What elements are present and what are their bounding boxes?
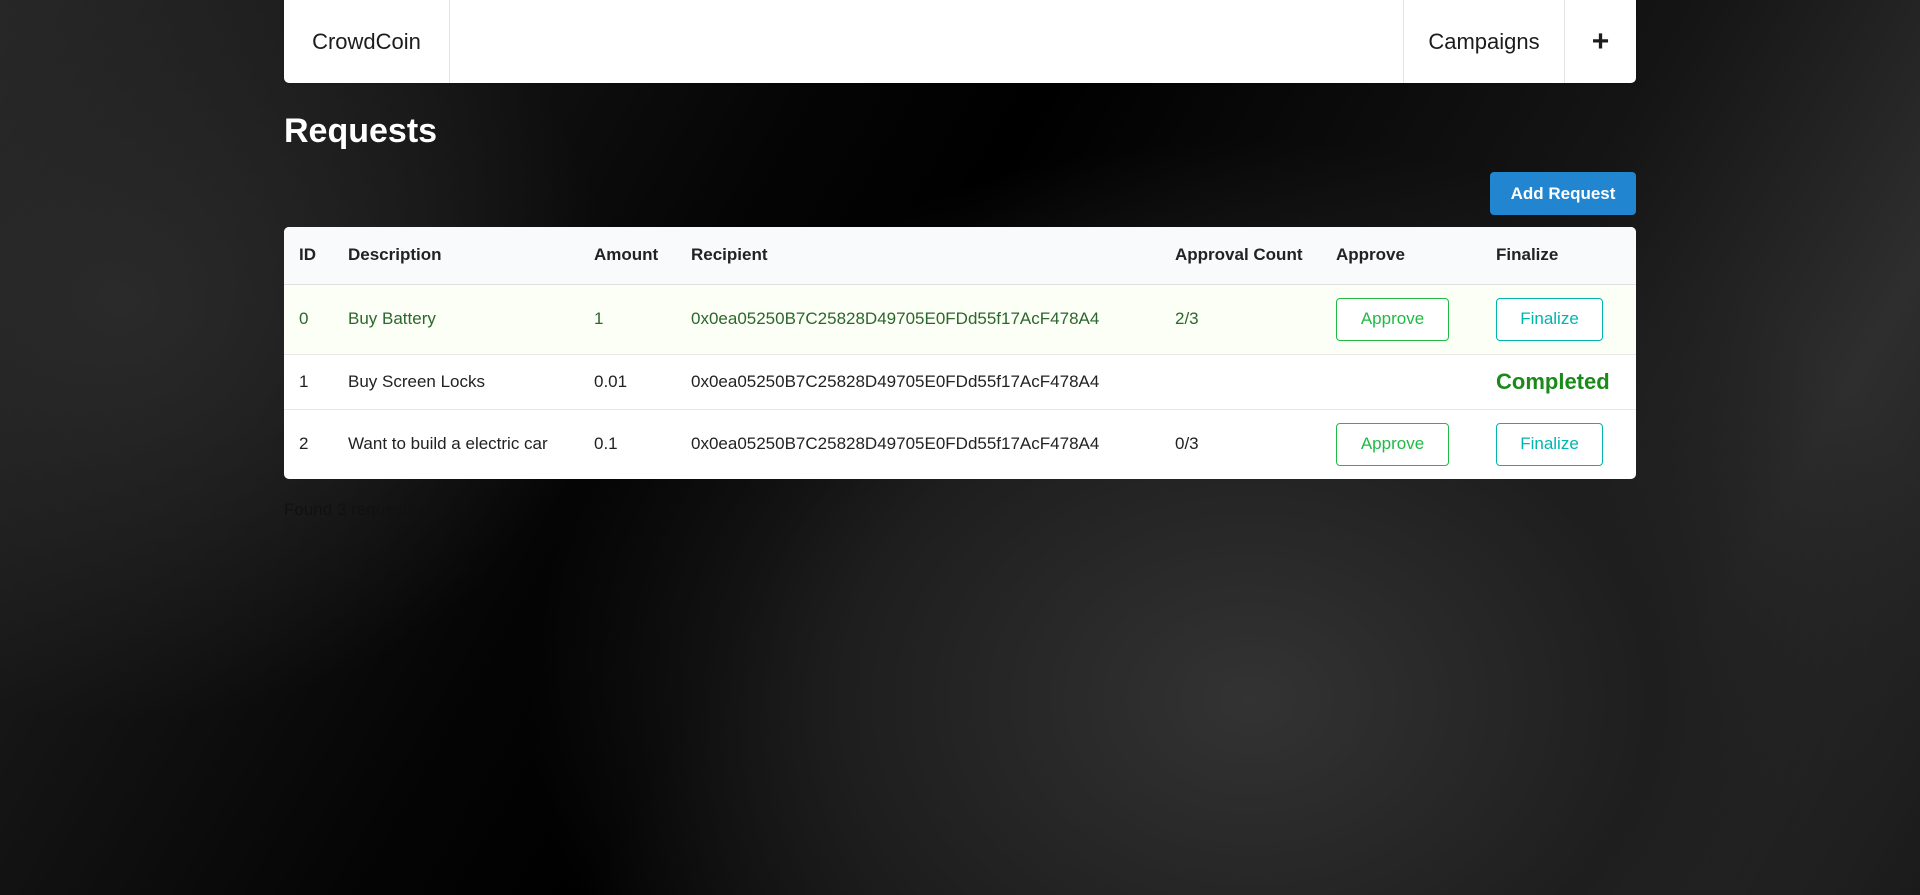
table-header-row: ID Description Amount Recipient Approval…: [284, 227, 1636, 285]
menu-spacer: [450, 0, 1403, 83]
requests-table: ID Description Amount Recipient Approval…: [284, 227, 1636, 479]
header-id: ID: [284, 227, 333, 285]
page-title: Requests: [284, 112, 438, 150]
top-menu: CrowdCoin Campaigns +: [284, 0, 1636, 83]
table-row: 2 Want to build a electric car 0.1 0x0ea…: [284, 409, 1636, 479]
cell-approve: [1321, 354, 1481, 410]
completed-status: Completed: [1496, 368, 1610, 394]
cell-approve: Approve: [1321, 284, 1481, 355]
cell-finalize: Finalize: [1481, 409, 1636, 479]
cell-recipient: 0x0ea05250B7C25828D49705E0FDd55f17AcF478…: [691, 434, 1100, 454]
cell-recipient: 0x0ea05250B7C25828D49705E0FDd55f17AcF478…: [676, 284, 1160, 355]
cell-id: 0: [284, 284, 333, 355]
header-finalize: Finalize: [1481, 227, 1636, 285]
cell-approval-count: 0/3: [1175, 434, 1199, 454]
approve-button[interactable]: Approve: [1336, 297, 1449, 341]
add-campaign-plus-icon[interactable]: +: [1564, 0, 1636, 83]
cell-approve: Approve: [1321, 409, 1481, 479]
table-row: 1 Buy Screen Locks 0.01 0x0ea05250B7C258…: [284, 354, 1636, 410]
cell-amount: 0.1: [594, 434, 618, 454]
approve-button[interactable]: Approve: [1336, 422, 1449, 466]
cell-amount: 0.01: [579, 354, 676, 410]
cell-approval-count: [1160, 354, 1321, 410]
cell-description: Buy Battery: [333, 284, 579, 355]
finalize-button[interactable]: Finalize: [1496, 297, 1603, 341]
brand-link[interactable]: CrowdCoin: [284, 0, 450, 83]
header-recipient: Recipient: [676, 227, 1160, 285]
cell-description: Want to build a electric car: [348, 434, 548, 454]
cell-description: Buy Screen Locks: [333, 354, 579, 410]
header-description: Description: [333, 227, 579, 285]
cell-amount: 1: [579, 284, 676, 355]
cell-recipient: 0x0ea05250B7C25828D49705E0FDd55f17AcF478…: [676, 354, 1160, 410]
header-amount: Amount: [579, 227, 676, 285]
finalize-button[interactable]: Finalize: [1496, 422, 1603, 466]
add-request-button[interactable]: Add Request: [1490, 172, 1636, 215]
header-approval-count: Approval Count: [1160, 227, 1321, 285]
page-container: CrowdCoin Campaigns + Requests Add Reque…: [284, 0, 1636, 519]
campaigns-link[interactable]: Campaigns: [1403, 0, 1564, 83]
request-count-text: Found 3 requests: [284, 500, 417, 519]
cell-finalize: Completed: [1481, 354, 1636, 410]
table-row: 0 Buy Battery 1 0x0ea05250B7C25828D49705…: [284, 284, 1636, 355]
cell-id: 1: [284, 354, 333, 410]
cell-finalize: Finalize: [1481, 284, 1636, 355]
cell-approval-count: 2/3: [1160, 284, 1321, 355]
header-approve: Approve: [1321, 227, 1481, 285]
cell-id: 2: [299, 434, 309, 454]
